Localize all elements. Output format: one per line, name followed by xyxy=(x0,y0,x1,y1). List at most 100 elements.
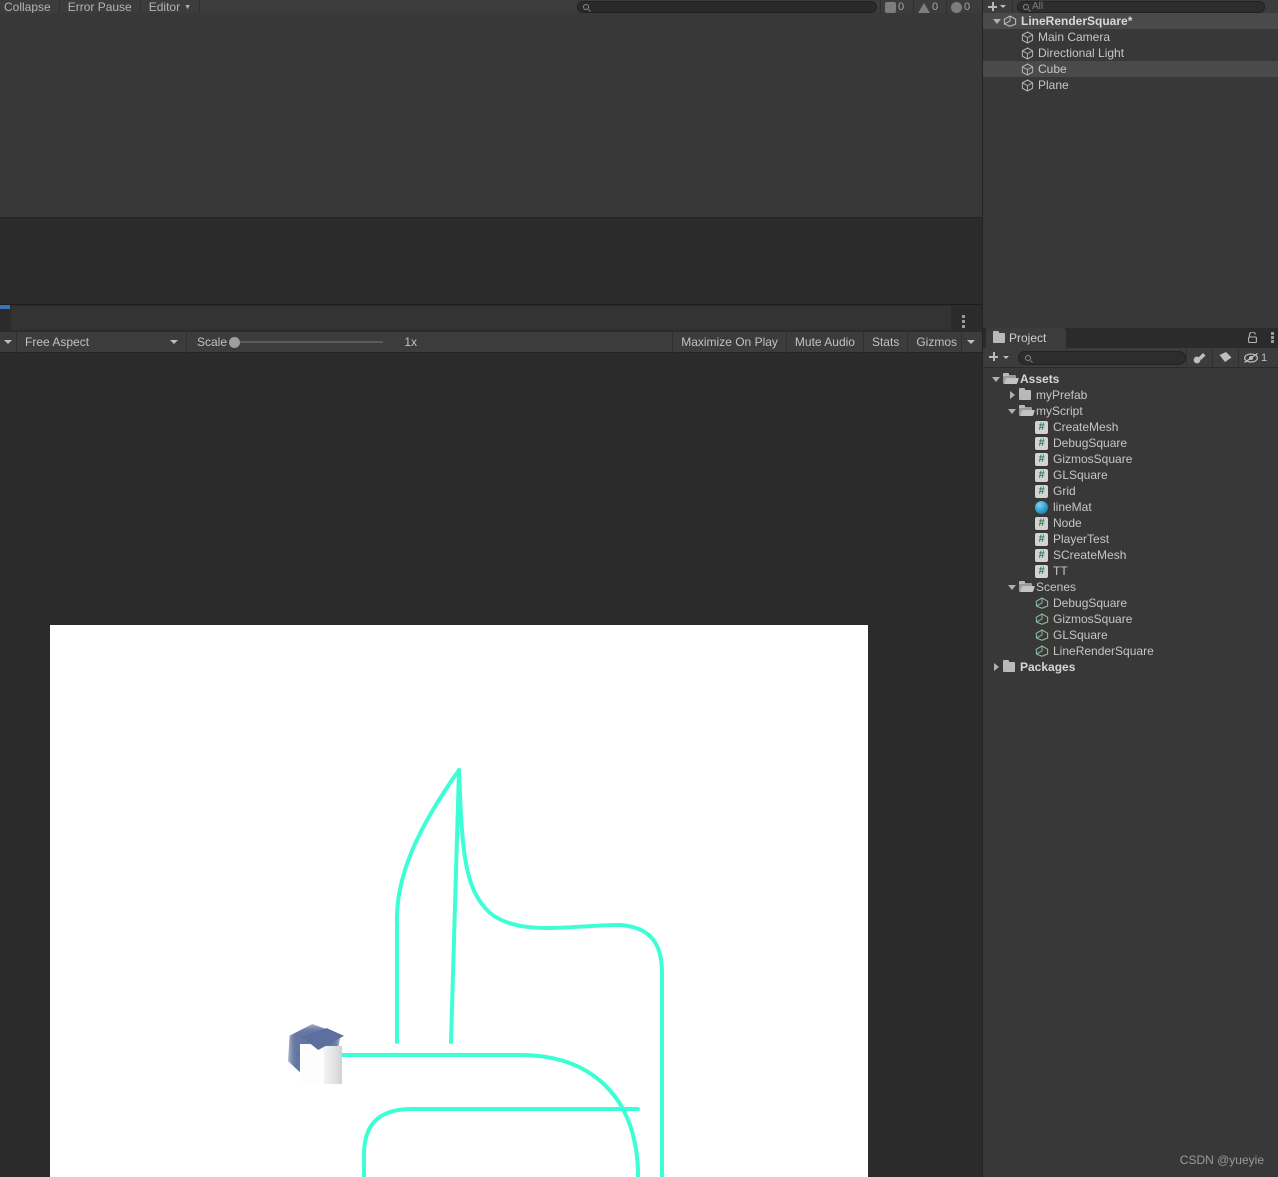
chevron-down-icon xyxy=(967,340,975,344)
project-tree[interactable]: Assets myPrefab myScript # CreateMesh # DebugS… xyxy=(983,369,1278,1177)
gizmos-button[interactable]: Gizmos xyxy=(907,331,961,353)
hierarchy-search-input[interactable]: All xyxy=(1017,0,1265,13)
search-icon xyxy=(1025,354,1031,361)
unity-scene-icon xyxy=(1035,629,1053,641)
cube-left-face xyxy=(300,1044,326,1082)
mute-audio-button[interactable]: Mute Audio xyxy=(785,331,863,353)
project-item-assets[interactable]: Assets xyxy=(983,371,1278,387)
row-icon xyxy=(1021,78,1038,92)
folder-open-icon xyxy=(1019,581,1036,592)
maximize-on-play-label: Maximize On Play xyxy=(681,335,778,349)
foldout-expanded-icon[interactable] xyxy=(991,18,1003,24)
foldout-expanded[interactable] xyxy=(1005,584,1019,590)
project-item-packages[interactable]: Packages xyxy=(983,659,1278,675)
csharp-script-icon: # xyxy=(1035,436,1053,450)
foldout-collapsed[interactable] xyxy=(1005,391,1019,399)
project-panel: Project 1 Assets myPrefab myScript # Cre… xyxy=(983,328,1278,1177)
hierarchy-item-label: Directional Light xyxy=(1038,46,1125,60)
gameobject-icon xyxy=(1021,78,1034,92)
scale-slider[interactable] xyxy=(229,337,384,348)
project-menu-icon[interactable] xyxy=(1270,332,1274,343)
project-item-screatemesh[interactable]: # SCreateMesh xyxy=(983,547,1278,563)
watermark-text: CSDN @yueyie xyxy=(1179,1153,1264,1167)
gameobject-icon xyxy=(1021,46,1034,60)
hidden-items-count: 1 xyxy=(1261,351,1268,364)
hierarchy-item-cube[interactable]: Cube xyxy=(983,61,1278,77)
console-body xyxy=(0,13,982,218)
cube-object xyxy=(288,1018,353,1088)
console-info-counter[interactable]: 0 xyxy=(946,0,974,13)
project-item-linerendersquare[interactable]: LineRenderSquare xyxy=(983,643,1278,659)
project-item-myprefab[interactable]: myPrefab xyxy=(983,387,1278,403)
foldout-collapsed[interactable] xyxy=(989,663,1003,671)
console-search-input[interactable] xyxy=(577,1,877,13)
project-item-tt[interactable]: # TT xyxy=(983,563,1278,579)
folder-open-icon xyxy=(1019,405,1036,416)
triangle-down-icon xyxy=(992,376,1000,382)
tab-game[interactable] xyxy=(11,306,951,330)
stats-button[interactable]: Stats xyxy=(862,331,907,353)
project-item-label: Scenes xyxy=(1036,580,1077,594)
project-item-glsquare[interactable]: GLSquare xyxy=(983,627,1278,643)
scale-value: 1x xyxy=(404,335,418,349)
search-icon xyxy=(1023,3,1029,10)
hierarchy-add-button[interactable] xyxy=(983,0,1013,13)
folder-open-icon xyxy=(1003,373,1020,384)
console-error-count: 0 xyxy=(898,1,905,13)
unity-editor-window: Collapse Error Pause Editor ▼ 0 0 0 Free… xyxy=(0,0,1278,1177)
project-item-grid[interactable]: # Grid xyxy=(983,483,1278,499)
panel-menu-icon[interactable] xyxy=(961,315,965,328)
project-create-button[interactable] xyxy=(983,348,1016,368)
game-view[interactable] xyxy=(0,353,982,1177)
project-item-myscript[interactable]: myScript xyxy=(983,403,1278,419)
project-item-debugsquare[interactable]: DebugSquare xyxy=(983,595,1278,611)
console-detail-pane[interactable] xyxy=(0,218,982,305)
aspect-ratio-label: Free Aspect xyxy=(25,335,90,349)
search-icon xyxy=(583,4,589,10)
maximize-on-play-button[interactable]: Maximize On Play xyxy=(672,331,786,353)
hierarchy-item-directional-light[interactable]: Directional Light xyxy=(983,45,1278,61)
foldout-expanded[interactable] xyxy=(989,376,1003,382)
hidden-items-indicator[interactable]: 1 xyxy=(1238,347,1271,368)
foldout-expanded[interactable] xyxy=(1005,408,1019,414)
project-item-debugsquare[interactable]: # DebugSquare xyxy=(983,435,1278,451)
project-item-label: lineMat xyxy=(1053,500,1092,514)
hierarchy-item-linerendersquare[interactable]: LineRenderSquare* xyxy=(983,13,1278,29)
csharp-script-icon: # xyxy=(1035,420,1053,434)
console-editor-dropdown[interactable]: Editor ▼ xyxy=(140,0,201,13)
gizmos-dropdown[interactable] xyxy=(961,331,982,353)
console-warning-counter[interactable]: 0 xyxy=(913,0,942,13)
project-search-input[interactable] xyxy=(1018,350,1186,365)
console-collapse-button[interactable]: Collapse xyxy=(0,0,60,13)
scale-slider-group[interactable]: Scale 1x xyxy=(187,331,425,353)
csharp-script-icon: # xyxy=(1035,484,1053,498)
filter-by-label-button[interactable] xyxy=(1212,347,1238,368)
project-item-gizmossquare[interactable]: GizmosSquare xyxy=(983,611,1278,627)
filter-by-type-button[interactable] xyxy=(1186,347,1212,368)
console-error-pause-button[interactable]: Error Pause xyxy=(59,0,141,13)
console-message-list[interactable] xyxy=(0,13,982,217)
hierarchy-item-plane[interactable]: Plane xyxy=(983,77,1278,93)
project-item-playertest[interactable]: # PlayerTest xyxy=(983,531,1278,547)
hierarchy-tree[interactable]: LineRenderSquare* Main Camera Directional … xyxy=(983,13,1278,316)
project-item-linemat[interactable]: lineMat xyxy=(983,499,1278,515)
error-icon xyxy=(885,2,896,13)
project-item-glsquare[interactable]: # GLSquare xyxy=(983,467,1278,483)
project-item-createmesh[interactable]: # CreateMesh xyxy=(983,419,1278,435)
project-item-gizmossquare[interactable]: # GizmosSquare xyxy=(983,451,1278,467)
csharp-script-icon: # xyxy=(1035,532,1053,546)
game-render-canvas[interactable] xyxy=(50,625,868,1177)
hierarchy-item-main-camera[interactable]: Main Camera xyxy=(983,29,1278,45)
aspect-ratio-dropdown[interactable]: Free Aspect xyxy=(17,331,187,353)
csharp-script-icon: # xyxy=(1035,564,1053,578)
tab-project[interactable]: Project xyxy=(986,328,1066,348)
game-toolbar-right-group: Maximize On Play Mute Audio Stats Gizmos xyxy=(672,331,982,353)
project-item-scenes[interactable]: Scenes xyxy=(983,579,1278,595)
project-item-node[interactable]: # Node xyxy=(983,515,1278,531)
console-error-counter[interactable]: 0 xyxy=(880,0,908,13)
scale-slider-handle[interactable] xyxy=(229,337,241,348)
folder-icon xyxy=(1003,660,1020,672)
lock-icon[interactable] xyxy=(1248,332,1257,343)
project-tabrow: Project xyxy=(983,328,1278,348)
game-view-options-dropdown[interactable] xyxy=(0,331,17,353)
